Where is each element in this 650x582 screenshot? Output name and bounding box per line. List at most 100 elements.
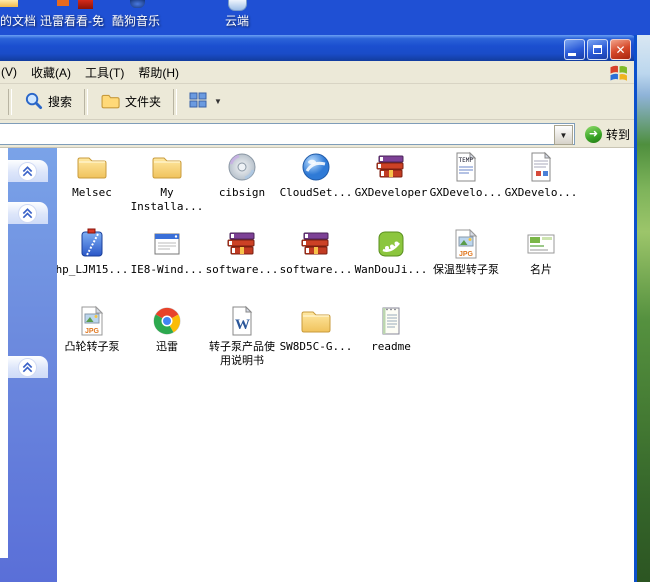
folder-icon <box>299 304 333 338</box>
file-item[interactable]: CloudSet... <box>278 150 354 200</box>
search-button[interactable]: 搜索 <box>16 87 80 117</box>
temp-file-icon: TEMP <box>449 150 483 184</box>
address-bar-row: ▼ ➜ 转到 <box>0 120 637 148</box>
image-icon <box>524 227 558 261</box>
file-item[interactable]: 名片 <box>503 227 579 277</box>
file-name: 凸轮转子泵 <box>57 340 130 354</box>
menu-bar: (V) 收藏(A) 工具(T) 帮助(H) <box>0 61 637 84</box>
collapse-chevron-button[interactable] <box>18 204 37 223</box>
jpg-icon: JPG <box>75 304 109 338</box>
svg-text:W: W <box>235 317 250 333</box>
search-button-label: 搜索 <box>48 93 72 110</box>
window-body: MelsecMy Installa...cibsignCloudSet...GX… <box>0 148 637 582</box>
file-name: 保温型转子泵 <box>428 263 504 277</box>
file-name: software... <box>278 263 354 277</box>
folder-icon <box>150 150 184 184</box>
file-item[interactable]: WanDouJi... <box>353 227 429 277</box>
explorer-window: ✕ (V) 收藏(A) 工具(T) 帮助(H) <box>0 35 637 582</box>
file-name: cibsign <box>204 186 280 200</box>
file-name: 名片 <box>503 263 579 277</box>
xunlei-icon <box>150 304 184 338</box>
menu-item-favorites[interactable]: 收藏(A) <box>24 61 78 84</box>
word-icon: W <box>225 304 259 338</box>
close-icon: ✕ <box>615 44 625 56</box>
title-bar[interactable]: ✕ <box>0 35 637 61</box>
address-dropdown-button[interactable]: ▼ <box>554 125 573 145</box>
xunlei-kankan-icon[interactable] <box>78 0 93 9</box>
menu-item-tools[interactable]: 工具(T) <box>78 61 131 84</box>
go-button-label: 转到 <box>606 126 630 143</box>
minimize-icon <box>568 53 576 56</box>
file-name: software... <box>204 263 280 277</box>
file-item[interactable]: software... <box>278 227 354 277</box>
file-item[interactable]: SW8D5C-G... <box>278 304 354 354</box>
desktop-icon-label[interactable]: 酷狗音乐 <box>112 12 160 29</box>
desktop-icon-label[interactable]: 迅雷看看-免 <box>40 12 104 29</box>
task-pane-edge <box>0 148 8 558</box>
address-input[interactable]: ▼ <box>0 123 575 145</box>
file-item[interactable]: cibsign <box>204 150 280 200</box>
wandoujia-icon <box>374 227 408 261</box>
file-name: 转子泵产品使用说明书 <box>204 340 280 368</box>
file-name: GXDevelo... <box>503 186 579 200</box>
file-name: Melsec <box>57 186 130 200</box>
desktop-wallpaper-strip <box>637 35 650 582</box>
kugou-music-icon[interactable] <box>130 0 145 8</box>
jpg-icon: JPG <box>449 227 483 261</box>
file-item[interactable]: JPG 凸轮转子泵 <box>57 304 130 354</box>
winrar-icon <box>374 150 408 184</box>
menu-item-view[interactable]: (V) <box>0 62 24 82</box>
setup-file-icon <box>524 150 558 184</box>
file-item[interactable]: GXDeveloper <box>353 150 429 200</box>
views-icon <box>189 92 207 111</box>
chevron-down-icon: ▼ <box>214 97 222 106</box>
file-item[interactable]: readme <box>353 304 429 354</box>
window-border <box>634 35 637 582</box>
toolbar-separator <box>173 89 177 115</box>
folder-icon <box>75 150 109 184</box>
file-item[interactable]: W 转子泵产品使用说明书 <box>204 304 280 368</box>
toolbar-separator <box>8 89 12 115</box>
xunlei-kankan-icon[interactable] <box>57 0 69 6</box>
file-item[interactable]: IE8-Wind... <box>129 227 205 277</box>
file-name: hp_LJM15... <box>57 263 130 277</box>
file-item[interactable]: Melsec <box>57 150 130 200</box>
menu-item-help[interactable]: 帮助(H) <box>131 61 186 84</box>
cloud-setup-icon <box>299 150 333 184</box>
desktop-icon-label[interactable]: 的文档 <box>0 12 36 29</box>
windows-logo-icon <box>609 64 629 81</box>
views-button[interactable]: ▼ <box>181 88 230 115</box>
file-item[interactable]: GXDevelo... <box>503 150 579 200</box>
collapse-chevron-button[interactable] <box>18 358 37 377</box>
my-documents-icon[interactable] <box>0 0 18 7</box>
cd-icon <box>225 150 259 184</box>
go-button[interactable]: ➜ 转到 <box>581 123 634 145</box>
file-name: GXDevelo... <box>428 186 504 200</box>
file-list-area: MelsecMy Installa...cibsignCloudSet...GX… <box>57 148 634 582</box>
minimize-button[interactable] <box>564 39 585 60</box>
search-icon <box>24 91 43 113</box>
maximize-button[interactable] <box>587 39 608 60</box>
file-item[interactable]: software... <box>204 227 280 277</box>
screen: 的文档 迅雷看看-免 酷狗音乐 云端 ✕ (V) 收藏(A) 工具(T) 帮助(… <box>0 0 650 582</box>
file-name: readme <box>353 340 429 354</box>
file-item[interactable]: My Installa... <box>129 150 205 214</box>
file-item[interactable]: JPG 保温型转子泵 <box>428 227 504 277</box>
file-item[interactable]: 迅雷 <box>129 304 205 354</box>
go-arrow-icon: ➜ <box>585 126 602 143</box>
collapse-chevron-button[interactable] <box>18 162 37 181</box>
file-name: SW8D5C-G... <box>278 340 354 354</box>
file-name: My Installa... <box>129 186 205 214</box>
file-item[interactable]: hp_LJM15... <box>57 227 130 277</box>
zip-icon <box>75 227 109 261</box>
file-item[interactable]: TEMP GXDevelo... <box>428 150 504 200</box>
svg-text:TEMP: TEMP <box>459 157 474 164</box>
svg-text:JPG: JPG <box>459 251 474 258</box>
close-button[interactable]: ✕ <box>610 39 631 60</box>
toolbar: 搜索 文件夹 <box>0 84 637 120</box>
cloud-app-icon[interactable] <box>228 0 247 11</box>
desktop-icon-label[interactable]: 云端 <box>225 12 249 29</box>
folders-button-label: 文件夹 <box>125 93 161 110</box>
svg-text:JPG: JPG <box>85 328 100 335</box>
folders-button[interactable]: 文件夹 <box>92 88 169 116</box>
